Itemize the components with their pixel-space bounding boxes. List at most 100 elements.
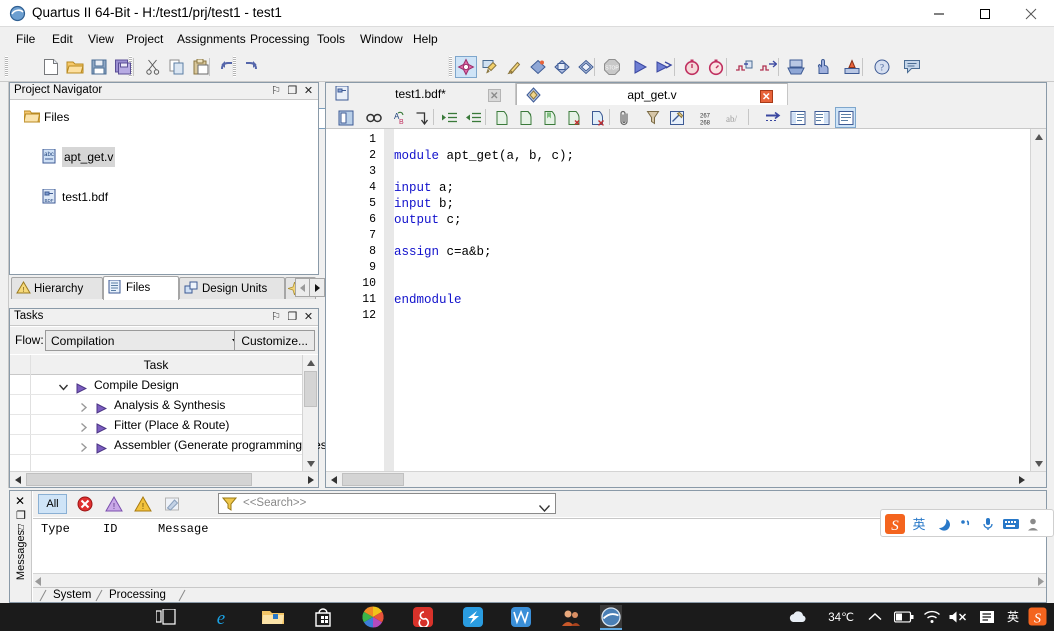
timing-analyzer-button[interactable] [681, 56, 703, 78]
copy-button[interactable] [166, 56, 188, 78]
compilation-report-button[interactable] [527, 56, 549, 78]
filter-warning-button[interactable]: ! [128, 494, 157, 514]
scroll-left-button[interactable] [326, 472, 341, 487]
thunder-button[interactable] [462, 606, 484, 628]
editor-horizontal-scrollbar[interactable] [326, 471, 1046, 487]
task-row-compile-design[interactable]: Compile Design [10, 375, 302, 395]
flow-combo[interactable]: Compilation [45, 330, 245, 351]
toggle-project-navigator-button[interactable] [335, 107, 356, 128]
tasks-horizontal-scrollbar[interactable] [10, 471, 318, 487]
battery-icon[interactable] [894, 607, 914, 627]
task-row-analysis-synthesis[interactable]: Analysis & Synthesis [10, 395, 302, 415]
open-file-button[interactable] [64, 56, 86, 78]
sogou-s-icon[interactable]: S [884, 512, 908, 536]
quartus-button[interactable] [600, 605, 622, 630]
internet-explorer-button[interactable]: e [210, 606, 232, 628]
customize-button[interactable]: Customize... [234, 330, 315, 351]
message-button[interactable] [901, 56, 923, 78]
replace-button[interactable]: AB [387, 107, 408, 128]
view-full-button[interactable] [835, 107, 856, 128]
sidebar-tab-design-units[interactable]: Design Units [179, 277, 285, 299]
word-wrap-button[interactable] [763, 107, 784, 128]
file-explorer-button[interactable] [262, 606, 284, 628]
ime-language-icon[interactable]: 英 [909, 514, 929, 534]
save-all-button[interactable] [112, 56, 134, 78]
menu-project[interactable]: Project [120, 30, 169, 49]
filter-critical-button[interactable]: ! [99, 494, 128, 514]
netease-music-button[interactable] [412, 606, 434, 628]
wifi-icon[interactable] [923, 607, 941, 627]
ime-voice-icon[interactable] [978, 514, 998, 534]
next-bookmark-button[interactable] [563, 107, 584, 128]
taskview-button[interactable] [155, 606, 177, 628]
run-task-icon[interactable] [96, 420, 108, 434]
sogou-tray-icon[interactable]: S [1027, 607, 1048, 627]
tree-node-test1-bdf[interactable]: BDF test1.bdf [10, 187, 318, 207]
photos-button[interactable] [362, 606, 384, 628]
settings-button[interactable] [455, 56, 477, 78]
volume-muted-icon[interactable] [948, 607, 968, 627]
close-icon[interactable] [759, 88, 773, 103]
close-icon[interactable]: ✕ [15, 494, 25, 508]
chip-planner-button[interactable] [813, 56, 835, 78]
goto-line-button[interactable] [411, 107, 432, 128]
sidebar-tab-hierarchy[interactable]: ! Hierarchy [11, 277, 103, 299]
menu-file[interactable]: File [10, 30, 41, 49]
scroll-thumb[interactable] [342, 473, 404, 486]
ime-floating-bar[interactable]: S 英 [880, 509, 1054, 537]
wps-button[interactable] [510, 606, 532, 628]
programmer-button[interactable] [785, 56, 807, 78]
tree-node-apt-get-v[interactable]: abc apt_get.v [10, 147, 318, 167]
scroll-thumb[interactable] [26, 473, 252, 486]
close-icon[interactable] [487, 87, 501, 102]
rtl-viewer-button[interactable] [551, 56, 573, 78]
messages-horizontal-scrollbar[interactable] [33, 573, 1046, 587]
close-icon[interactable]: ✕ [302, 84, 315, 97]
chevron-right-icon[interactable] [78, 439, 90, 453]
timequest-button[interactable] [705, 56, 727, 78]
document-tab-apt-get-v[interactable]: apt_get.v [516, 83, 788, 105]
maximize-button[interactable] [962, 0, 1008, 27]
chevron-down-icon[interactable] [58, 379, 70, 391]
restore-icon[interactable]: ❐ [286, 84, 299, 97]
scroll-right-button[interactable] [303, 472, 318, 487]
undo-button[interactable] [216, 56, 238, 78]
filter-button[interactable] [642, 107, 663, 128]
insert-file-button[interactable] [515, 107, 536, 128]
filter-info-button[interactable] [157, 494, 186, 514]
clear-bookmarks-button[interactable] [587, 107, 608, 128]
restore-icon[interactable]: ❐ [16, 509, 26, 522]
cloud-icon[interactable] [788, 607, 810, 627]
menu-tools[interactable]: Tools [311, 30, 351, 49]
menu-view[interactable]: View [82, 30, 120, 49]
task-row-fitter[interactable]: Fitter (Place & Route) [10, 415, 302, 435]
restore-icon[interactable]: ❐ [286, 310, 299, 323]
editor-vertical-scrollbar[interactable] [1030, 129, 1046, 471]
chevron-right-icon[interactable] [78, 399, 90, 413]
ime-moon-icon[interactable] [932, 514, 952, 534]
run-task-icon[interactable] [76, 380, 88, 394]
save-file-button[interactable] [88, 56, 110, 78]
filter-error-button[interactable] [70, 494, 99, 514]
start-analysis-button[interactable] [653, 56, 675, 78]
increase-indent-button[interactable] [439, 107, 460, 128]
filter-all-button[interactable]: All [38, 494, 67, 514]
stop-button[interactable]: STOP [601, 56, 623, 78]
redo-button[interactable] [240, 56, 262, 78]
tab-processing[interactable]: Processing [103, 588, 172, 603]
ime-english-glyph[interactable]: 英 [1004, 607, 1022, 627]
pin-planner-button[interactable] [503, 56, 525, 78]
line-numbers-button[interactable]: 267 268 [694, 107, 715, 128]
scroll-right-button[interactable] [1014, 472, 1029, 487]
code-text[interactable]: module apt_get(a, b, c); input a; input … [394, 129, 1029, 471]
toolbar-grip-1[interactable] [4, 56, 8, 77]
assignment-editor-button[interactable] [479, 56, 501, 78]
sidebar-tab-files[interactable]: Files [103, 276, 179, 300]
view-split-right-button[interactable] [811, 107, 832, 128]
scroll-down-button[interactable] [303, 456, 318, 471]
ime-punctuation-icon[interactable] [955, 514, 975, 534]
new-file-button[interactable] [40, 56, 62, 78]
waveform-out-button[interactable] [757, 56, 779, 78]
toggle-bookmark-button[interactable] [539, 107, 560, 128]
decrease-indent-button[interactable] [463, 107, 484, 128]
